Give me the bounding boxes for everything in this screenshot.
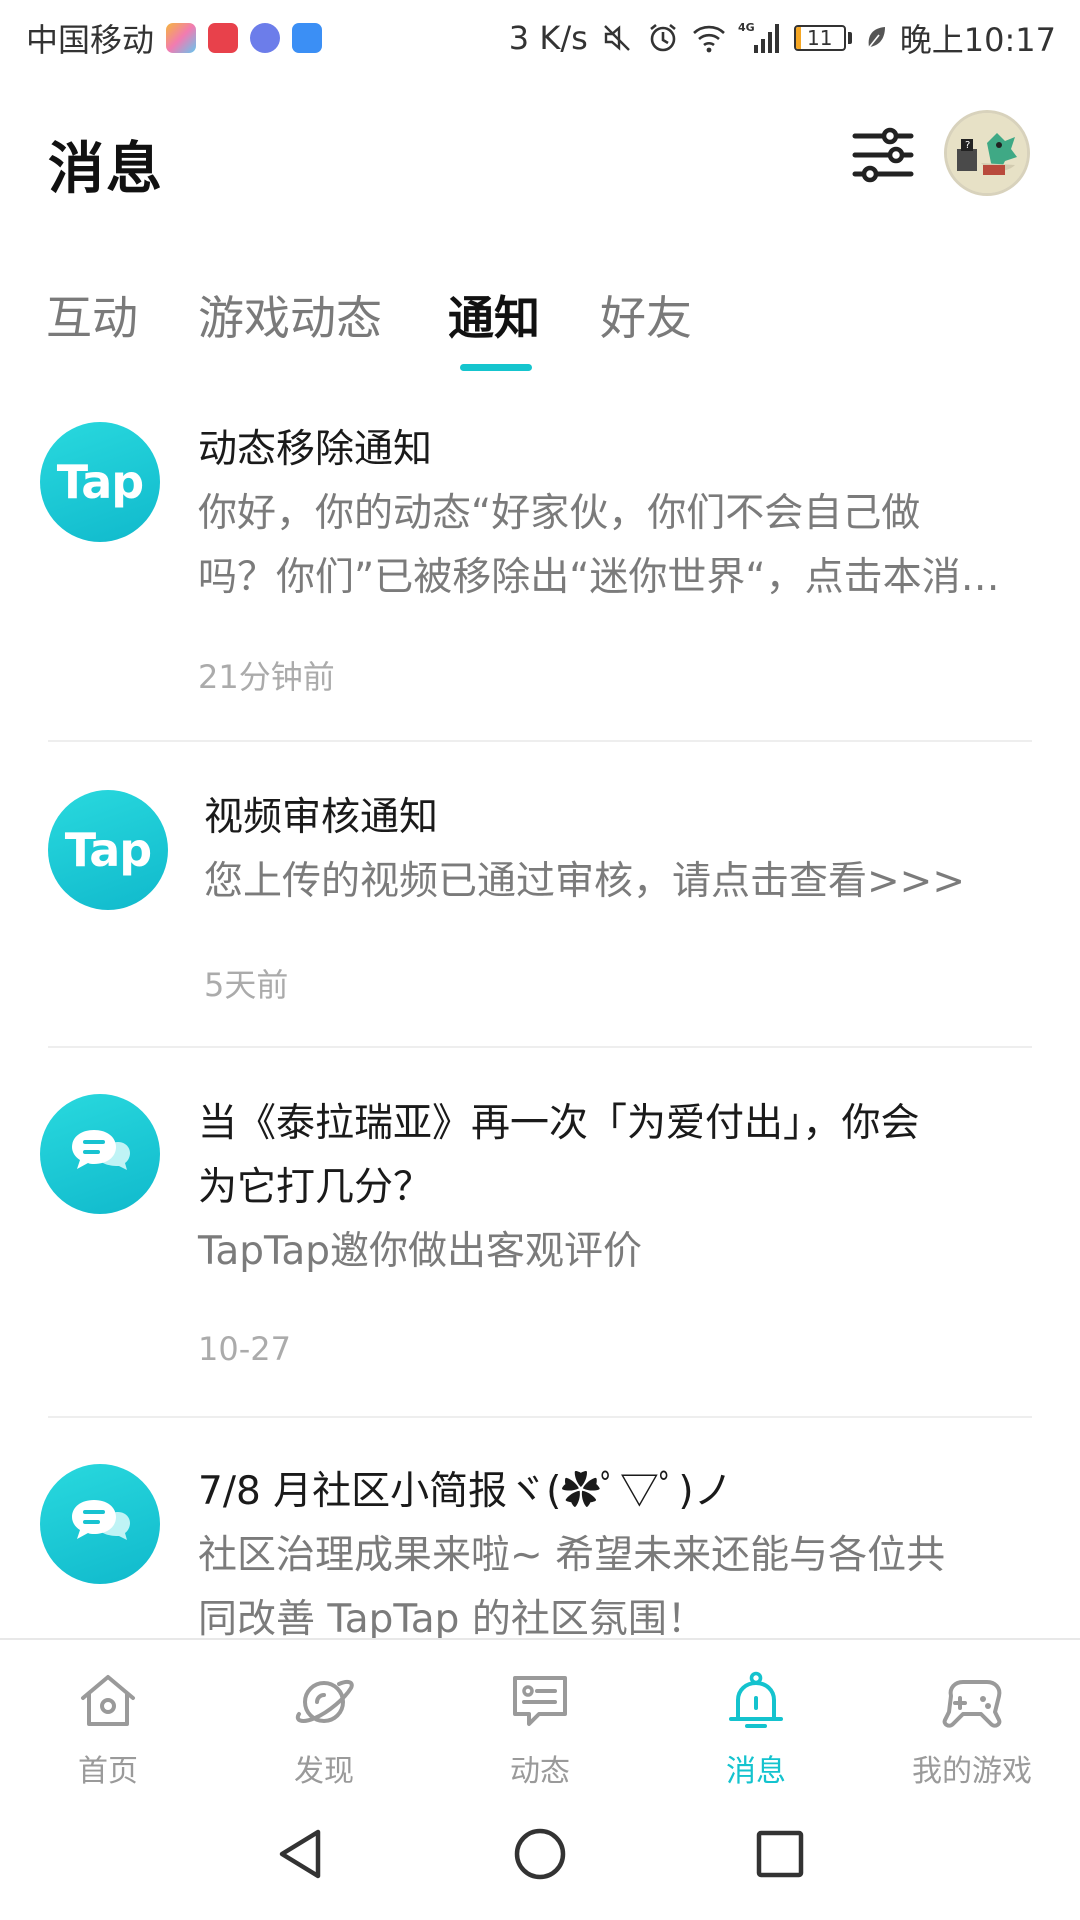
- battery-fill: [795, 27, 802, 49]
- nav-label: 发现: [294, 1754, 354, 1789]
- status-bar: 中国移动 3 K/s 4G 11 晚上10:17: [0, 0, 1080, 76]
- notification-title: 7/8 月社区小简报ヾ(✿ﾟ▽ﾟ)ノ: [198, 1469, 733, 1514]
- header: 消息 ?: [0, 96, 1080, 226]
- notification-title-line2: 为它打几分？: [198, 1165, 433, 1210]
- tap-logo-avatar: Tap: [40, 422, 160, 542]
- notification-time: 10-27: [198, 1330, 291, 1368]
- notification-title-line1: 当《泰拉瑞亚》再一次「为爱付出」，你会: [198, 1101, 920, 1146]
- chat-bubble-icon: [72, 1130, 130, 1170]
- android-nav-bar: [0, 1788, 1080, 1920]
- nav-label: 动态: [510, 1754, 570, 1789]
- home-icon: [75, 1668, 141, 1734]
- clock: 晚上10:17: [899, 21, 1056, 59]
- shield-app-icon: [292, 23, 323, 53]
- chat-bubble-icon: [72, 1500, 130, 1540]
- message-app-icon: [166, 23, 197, 53]
- tab-bar: 互动 游戏动态 通知 好友: [0, 268, 1080, 376]
- notification-item[interactable]: 当《泰拉瑞亚》再一次「为爱付出」，你会 为它打几分？ TapTap邀你做出客观评…: [0, 1048, 1080, 1416]
- tab-game-updates[interactable]: 游戏动态: [198, 282, 382, 348]
- leaf-icon: [864, 21, 888, 55]
- page-title: 消息: [48, 137, 164, 202]
- notification-item[interactable]: 7/8 月社区小简报ヾ(✿ﾟ▽ﾟ)ノ 社区治理成果来啦~ 希望未来还能与各位共 …: [0, 1418, 1080, 1638]
- tap-logo-avatar: Tap: [48, 790, 168, 910]
- status-left: 中国移动: [26, 15, 323, 61]
- tap-logo-text: Tap: [56, 455, 144, 509]
- chat-bubble-avatar: [40, 1094, 160, 1214]
- battery-icon: 11: [793, 25, 852, 51]
- notification-time: 21分钟前: [198, 658, 335, 696]
- user-avatar[interactable]: ?: [944, 110, 1030, 196]
- bell-icon: [723, 1668, 789, 1734]
- huawei-app-icon: [208, 23, 239, 53]
- planet-icon: [291, 1668, 357, 1734]
- tab-indicator: [460, 364, 532, 371]
- filter-button[interactable]: [850, 122, 916, 188]
- home-circle-icon[interactable]: [508, 1822, 572, 1886]
- battery-level: 11: [807, 26, 833, 50]
- sliders-icon: [852, 127, 914, 183]
- notification-item[interactable]: Tap 视频审核通知 您上传的视频已通过审核，请点击查看>>> 5天前: [0, 742, 1080, 1050]
- notification-body-line1: 社区治理成果来啦~ 希望未来还能与各位共: [198, 1533, 946, 1578]
- nav-feed[interactable]: 动态: [432, 1640, 648, 1790]
- network-speed: 3 K/s: [508, 19, 588, 57]
- notification-body-line1: 你好，你的动态“好家伙，你们不会自己做: [198, 491, 921, 536]
- nav-messages[interactable]: 消息: [648, 1640, 864, 1790]
- bottom-nav: 首页 发现 动态 消息 我的游戏: [0, 1638, 1080, 1790]
- back-icon[interactable]: [268, 1822, 332, 1886]
- feed-icon: [507, 1668, 573, 1734]
- notification-time: 5天前: [204, 966, 289, 1004]
- nav-my-games[interactable]: 我的游戏: [864, 1640, 1080, 1790]
- carrier-label: 中国移动: [26, 21, 155, 59]
- music-app-icon: [250, 23, 281, 53]
- nav-label: 我的游戏: [912, 1754, 1032, 1789]
- tab-interaction[interactable]: 互动: [46, 282, 138, 348]
- recents-icon[interactable]: [748, 1822, 812, 1886]
- tab-notifications[interactable]: 通知: [448, 282, 540, 348]
- gamepad-icon: [939, 1668, 1005, 1734]
- signal-icon: 4G: [738, 21, 782, 55]
- signal-type-label: 4G: [738, 21, 755, 34]
- mute-icon: [600, 21, 634, 55]
- wifi-icon: [692, 21, 726, 55]
- notification-body-line1: 您上传的视频已通过审核，请点击查看>>>: [204, 859, 966, 904]
- chat-bubble-avatar: [40, 1464, 160, 1584]
- nav-label: 消息: [726, 1754, 786, 1789]
- notification-title: 视频审核通知: [204, 795, 439, 840]
- tap-logo-text: Tap: [64, 823, 152, 877]
- notification-body-line1: TapTap邀你做出客观评价: [198, 1229, 643, 1274]
- notification-title: 动态移除通知: [198, 427, 433, 472]
- tab-friends[interactable]: 好友: [600, 282, 692, 348]
- nav-discover[interactable]: 发现: [216, 1640, 432, 1790]
- notification-list: Tap 动态移除通知 你好，你的动态“好家伙，你们不会自己做 吗？你们”已被移除…: [0, 400, 1080, 1638]
- notification-body-line2: 吗？你们”已被移除出“迷你世界“，点击本消…: [198, 555, 1000, 600]
- nav-label: 首页: [78, 1754, 138, 1789]
- alarm-icon: [646, 21, 680, 55]
- notification-body-line2: 同改善 TapTap 的社区氛围！: [198, 1597, 706, 1638]
- svg-text:?: ?: [965, 140, 970, 151]
- status-right: 3 K/s 4G 11 晚上10:17: [509, 15, 1056, 61]
- notification-item[interactable]: Tap 动态移除通知 你好，你的动态“好家伙，你们不会自己做 吗？你们”已被移除…: [0, 400, 1080, 740]
- nav-home[interactable]: 首页: [0, 1640, 216, 1790]
